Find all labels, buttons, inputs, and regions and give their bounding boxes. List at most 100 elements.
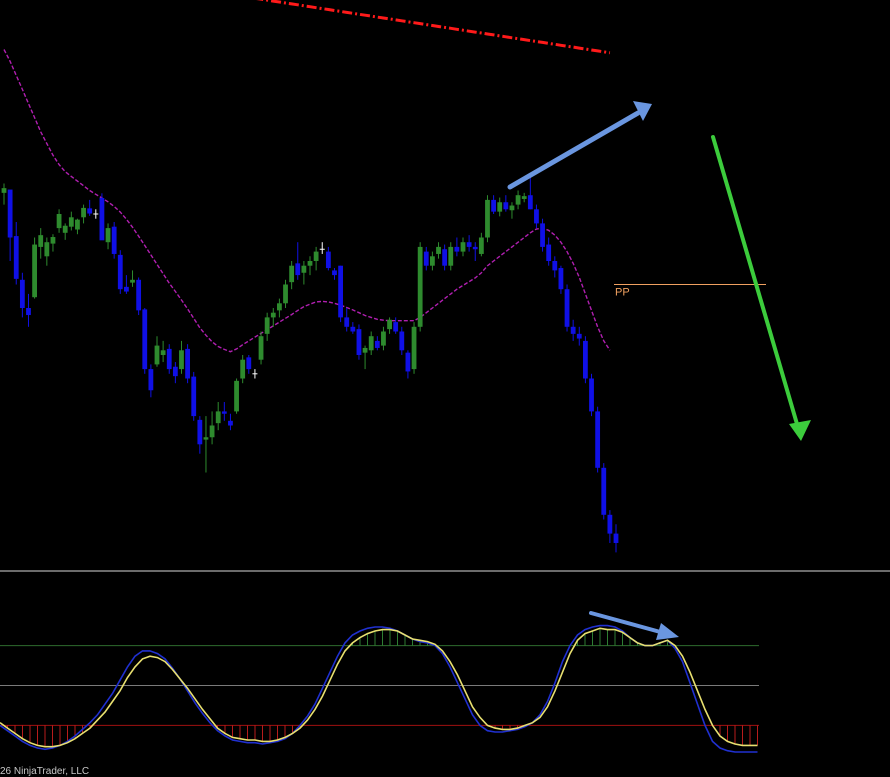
candle-body (454, 246, 460, 252)
candle-body (583, 340, 588, 379)
candle-body (356, 329, 362, 355)
candle-body (534, 209, 539, 224)
candle-body (368, 336, 374, 351)
downtrend-arrow-head (789, 420, 811, 441)
uptrend-arrow-head (633, 101, 652, 121)
candle-body (362, 347, 368, 353)
candle-body (117, 254, 123, 290)
candle-body (124, 286, 129, 292)
candle-body (466, 242, 472, 247)
candle-body (111, 226, 117, 254)
indicator-panel (0, 611, 759, 753)
candle-body (105, 228, 111, 243)
candle-body (191, 376, 197, 417)
candle-body (448, 246, 454, 266)
candle-body (485, 199, 490, 238)
candle-body (472, 246, 478, 250)
candle-body (576, 333, 582, 339)
candle-body (142, 309, 148, 370)
candle-body (209, 425, 215, 438)
candle-body (32, 244, 37, 298)
candle-body (521, 196, 527, 199)
candle-body (570, 326, 576, 334)
candle-body (558, 268, 564, 290)
candle-body (19, 279, 25, 308)
candle-body (185, 348, 190, 379)
pivot-label: PP (615, 287, 630, 299)
candle-body (540, 223, 545, 247)
candle-body (26, 308, 31, 316)
candle-body (44, 242, 50, 257)
candle-body (289, 265, 295, 283)
candle-body (338, 265, 343, 318)
candle-body (13, 236, 19, 279)
candle-body (601, 467, 607, 515)
candle-body (87, 208, 93, 214)
candle-body (99, 198, 105, 241)
candle-body (613, 533, 619, 543)
candle-body (497, 202, 503, 212)
ma-long-line (256, 0, 611, 55)
candle-body (307, 261, 313, 266)
candle-body (546, 244, 552, 261)
candle-body (81, 207, 86, 218)
candle-body (350, 326, 356, 332)
candle-body (295, 263, 301, 276)
candle-body (423, 251, 429, 266)
candles-group (1, 176, 619, 553)
oscillator-lines (0, 624, 758, 753)
candle-body (197, 419, 203, 445)
candle-body (509, 205, 515, 211)
candle-body (50, 237, 56, 244)
candle-body (325, 251, 331, 269)
candle-body (332, 270, 337, 276)
candle-body (136, 279, 142, 311)
candle-body (313, 251, 319, 261)
candle-body (130, 279, 135, 283)
candle-body (240, 359, 246, 379)
candle-body (258, 336, 264, 360)
candle-body (7, 189, 13, 238)
downtrend-arrow-shaft (711, 135, 799, 426)
candle-body (154, 345, 160, 365)
candle-body (589, 378, 594, 412)
candle-body (179, 350, 184, 370)
ma-long-group (256, 0, 611, 55)
candle-body (277, 303, 282, 311)
candle-body (270, 312, 276, 318)
candle-body (595, 411, 601, 468)
candle-body (160, 350, 166, 355)
candle-body (166, 348, 172, 370)
candle-body (234, 380, 239, 412)
candle-body (221, 411, 227, 414)
uptrend-arrow-shaft (507, 110, 641, 190)
candle-body (607, 514, 613, 534)
candle-body (215, 411, 221, 424)
candle-body (478, 237, 484, 254)
candle-body (228, 420, 233, 426)
copyright-text: 26 NinjaTrader, LLC (0, 766, 90, 777)
candle-body (436, 246, 441, 254)
candle-body (246, 357, 252, 370)
trading-chart: PP (0, 0, 890, 753)
candle-body (148, 369, 154, 391)
candle-body (393, 322, 399, 332)
candle-body (1, 188, 7, 193)
candle-body (56, 214, 62, 229)
candle-body (374, 340, 380, 348)
candle-body (491, 199, 496, 212)
candle-body (344, 317, 350, 327)
pivot-group: PP (614, 284, 766, 299)
candle-body (417, 246, 423, 327)
candle-body (460, 242, 466, 252)
candle-body (283, 284, 288, 304)
candle-body (203, 437, 209, 440)
candle-body (442, 249, 448, 266)
candle-body (399, 331, 405, 351)
candle-body (75, 219, 80, 230)
candle-body (62, 225, 68, 233)
candle-body (172, 366, 178, 377)
candle-body (503, 202, 509, 210)
candle-body (552, 261, 558, 271)
candle-body (405, 352, 411, 372)
